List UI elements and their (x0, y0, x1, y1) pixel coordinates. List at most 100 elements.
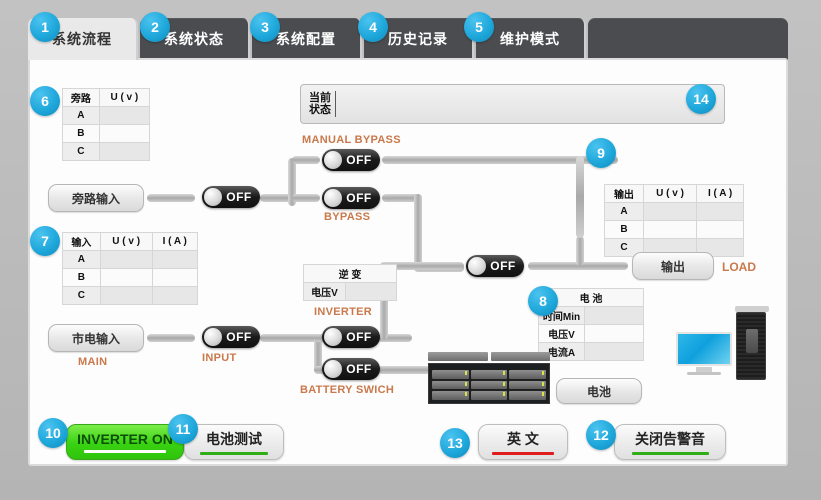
switch-state: OFF (226, 190, 252, 204)
battery-voltage-value (584, 324, 644, 343)
battery-switch[interactable]: OFF (322, 358, 380, 380)
table-row: B (62, 124, 151, 143)
battery-rack-icon (428, 352, 550, 404)
inverter-on-button[interactable]: INVERTER ON (66, 424, 184, 460)
tab-label: 系统流程 (52, 31, 112, 47)
switch-state: OFF (346, 191, 372, 205)
pc-tower-icon (735, 306, 769, 380)
bypass-table: 旁路 U ( v ) A B C (62, 88, 151, 161)
status-label-line2: 状态 (309, 104, 331, 116)
badge-13: 13 (440, 428, 470, 458)
wire-to-bypass (292, 194, 320, 202)
switch-state: OFF (346, 153, 372, 167)
badge-1: 1 (30, 12, 60, 42)
wire-main-input (147, 334, 195, 342)
current-status-box[interactable]: 当前 状态 (300, 84, 725, 124)
table-row: A (604, 202, 744, 221)
bypass-row-c-u (98, 142, 151, 161)
badge-2: 2 (140, 12, 170, 42)
tab-label: 维护模式 (500, 31, 560, 47)
main-input-button[interactable]: 市电输入 (48, 324, 144, 352)
table-row: 电压V (538, 324, 644, 343)
toggle-knob-icon (468, 257, 486, 275)
badge-6: 6 (30, 86, 60, 116)
output-row-b-i (696, 220, 744, 239)
input-switch[interactable]: OFF (202, 326, 260, 348)
battery-current-value (584, 342, 644, 361)
wire-bypass-input (147, 194, 195, 202)
output-button[interactable]: 输出 (632, 252, 714, 280)
output-th-u: U ( v ) (642, 184, 698, 203)
toggle-knob-icon (204, 328, 222, 346)
inverter-on-underline (84, 450, 166, 453)
wire-output-top-link (576, 156, 584, 238)
wire-battery-out (378, 366, 430, 374)
status-label-line1: 当前 (309, 92, 331, 104)
toggle-knob-icon (324, 360, 342, 378)
input-row-b-label: B (62, 268, 101, 287)
toggle-knob-icon (324, 151, 342, 169)
toggle-knob-icon (324, 328, 342, 346)
language-label: 英 文 (507, 431, 539, 447)
bypass-switch[interactable]: OFF (322, 187, 380, 209)
badge-11: 11 (168, 414, 198, 444)
battery-switch-caption: BATTERY SWICH (300, 384, 395, 396)
current-status-label: 当前 状态 (301, 91, 336, 117)
battery-test-label: 电池测试 (206, 431, 262, 447)
bypass-row-b-label: B (62, 124, 100, 143)
inverter-voltage-label: 电压V (303, 282, 346, 301)
table-row: B (62, 268, 199, 287)
switch-state: OFF (226, 330, 252, 344)
language-button[interactable]: 英 文 (478, 424, 568, 460)
bypass-th-u: U ( v ) (98, 88, 151, 107)
inverter-on-label: INVERTER ON (77, 431, 173, 447)
input-row-a-label: A (62, 250, 101, 269)
badge-7: 7 (30, 226, 60, 256)
tab-empty[interactable] (588, 18, 788, 60)
battery-test-underline (199, 452, 269, 455)
load-caption: LOAD (722, 260, 756, 274)
mute-alarm-button[interactable]: 关闭告警音 (614, 424, 726, 460)
inverter-table: 逆 变 电压V (303, 264, 397, 301)
badge-4: 4 (358, 12, 388, 42)
output-switch[interactable]: OFF (466, 255, 524, 277)
tab-label: 系统状态 (164, 31, 224, 47)
battery-button[interactable]: 电池 (556, 378, 642, 404)
bypass-row-a-u (98, 106, 151, 125)
bypass-input-switch[interactable]: OFF (202, 186, 260, 208)
wire-bypass-down (414, 194, 422, 268)
input-row-c-label: C (62, 286, 101, 305)
input-th-i: I ( A ) (151, 232, 199, 251)
bypass-caption: BYPASS (324, 211, 371, 223)
input-row-a-i (151, 250, 199, 269)
tab-label: 系统配置 (276, 31, 336, 47)
output-row-a-u (642, 202, 698, 221)
wire-input-trunk-h (260, 334, 322, 342)
badge-12: 12 (586, 420, 616, 450)
bypass-th-phase: 旁路 (62, 88, 100, 107)
mute-alarm-label: 关闭告警音 (635, 431, 705, 447)
bypass-input-button[interactable]: 旁路输入 (48, 184, 144, 212)
bypass-row-b-u (98, 124, 151, 143)
inverter-caption: INVERTER (314, 306, 373, 318)
app-root: 系统流程 系统状态 系统配置 历史记录 维护模式 1 2 3 4 5 当前 状态… (0, 0, 821, 500)
monitor-icon (676, 332, 732, 376)
wire-output-riser (576, 236, 584, 266)
table-row: B (604, 220, 744, 239)
bypass-row-a-label: A (62, 106, 100, 125)
switch-state: OFF (346, 330, 372, 344)
table-row: A (62, 106, 151, 125)
output-row-a-label: A (604, 202, 644, 221)
input-row-a-u (99, 250, 153, 269)
input-row-b-i (151, 268, 199, 287)
table-row: C (62, 142, 151, 161)
manual-bypass-switch[interactable]: OFF (322, 149, 380, 171)
output-th-i: I ( A ) (696, 184, 744, 203)
input-row-c-i (151, 286, 199, 305)
output-row-b-label: B (604, 220, 644, 239)
battery-test-button[interactable]: 电池测试 (184, 424, 284, 460)
badge-8: 8 (528, 286, 558, 316)
language-underline (492, 452, 554, 455)
inverter-switch[interactable]: OFF (322, 326, 380, 348)
badge-3: 3 (250, 12, 280, 42)
